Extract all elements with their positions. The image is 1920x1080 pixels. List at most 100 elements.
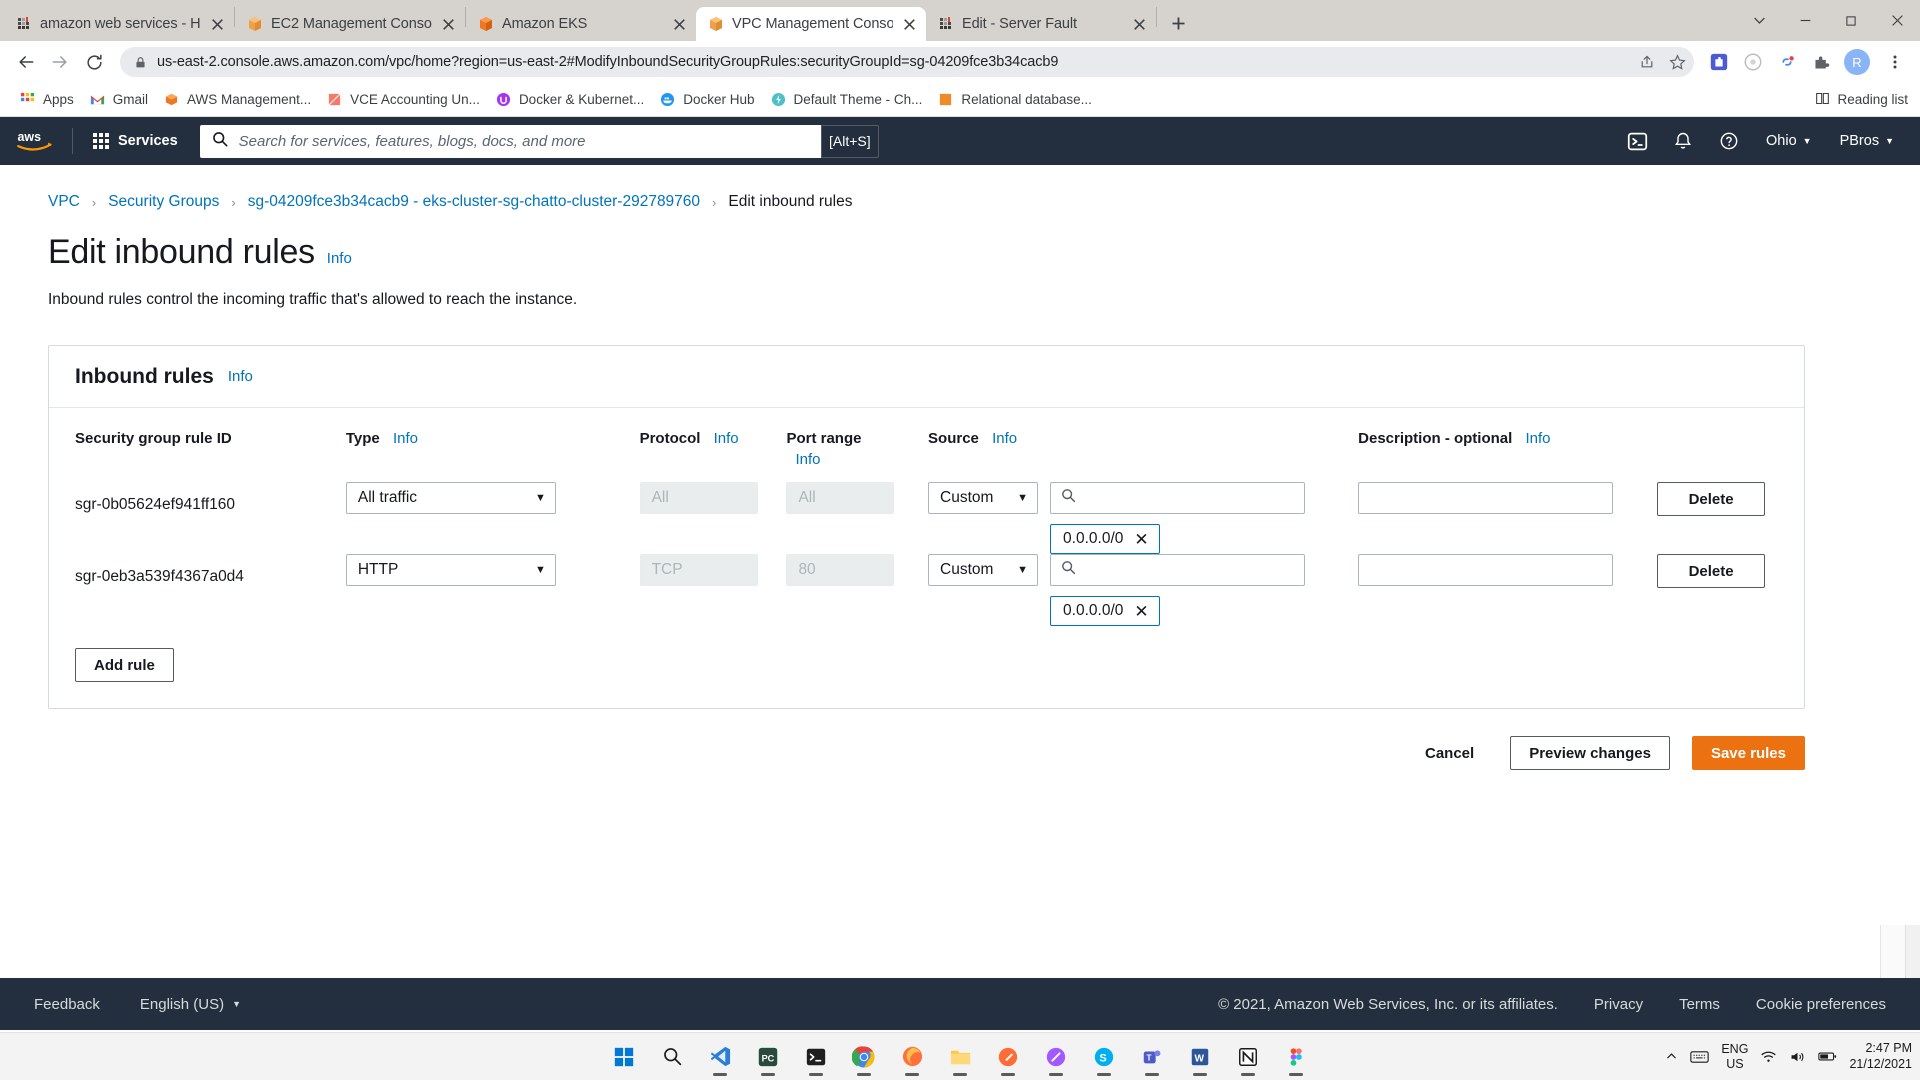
close-icon[interactable] [209, 16, 226, 33]
wifi-icon[interactable] [1760, 1050, 1777, 1064]
firefox-icon[interactable] [892, 1037, 932, 1077]
cloudshell-icon[interactable] [1616, 117, 1658, 165]
type-select[interactable]: HTTP ▼ [345, 554, 556, 586]
word-icon[interactable]: W [1180, 1037, 1220, 1077]
remove-token-icon[interactable]: ✕ [1134, 603, 1148, 620]
add-rule-button[interactable]: Add rule [75, 648, 174, 682]
close-window-icon[interactable] [1874, 0, 1920, 41]
bookmark-apps[interactable]: Apps [12, 88, 82, 112]
battery-icon[interactable] [1818, 1050, 1837, 1063]
privacy-link[interactable]: Privacy [1594, 996, 1643, 1013]
reload-icon[interactable] [78, 46, 110, 78]
remove-token-icon[interactable]: ✕ [1134, 531, 1148, 548]
share-icon[interactable] [1639, 54, 1655, 70]
clock[interactable]: 2:47 PM 21/12/2021 [1849, 1041, 1912, 1072]
close-icon[interactable] [440, 16, 457, 33]
browser-tab-3-active[interactable]: VPC Management Console [696, 7, 926, 41]
close-icon[interactable] [901, 16, 918, 33]
source-type-select[interactable]: Custom ▼ [928, 482, 1039, 514]
terminal-icon[interactable] [796, 1037, 836, 1077]
description-input[interactable] [1358, 554, 1614, 586]
language-indicator[interactable]: ENG US [1721, 1042, 1748, 1071]
extension-circle-icon[interactable] [1738, 47, 1768, 77]
source-search-input[interactable] [1050, 554, 1306, 586]
bookmark-gmail[interactable]: Gmail [82, 88, 156, 112]
file-explorer-icon[interactable] [940, 1037, 980, 1077]
bookmark-docker-kubernetes[interactable]: Docker & Kubernet... [488, 88, 652, 112]
terms-link[interactable]: Terms [1679, 996, 1720, 1013]
minimize-icon[interactable] [1782, 0, 1828, 41]
save-rules-button[interactable]: Save rules [1691, 736, 1805, 770]
browser-tab-1[interactable]: EC2 Management Console [235, 7, 465, 41]
reading-list-button[interactable]: Reading list [1815, 91, 1908, 109]
extensions-icon[interactable] [1806, 47, 1836, 77]
language-selector[interactable]: English (US) ▼ [140, 996, 241, 1013]
bookmark-docker-hub[interactable]: Docker Hub [652, 88, 762, 112]
swagger-icon[interactable] [1036, 1037, 1076, 1077]
type-info-link[interactable]: Info [393, 430, 418, 447]
pycharm-icon[interactable]: PC [748, 1037, 788, 1077]
services-menu-button[interactable]: Services [83, 127, 188, 155]
aws-logo[interactable]: aws [16, 127, 60, 155]
extension-link-icon[interactable] [1772, 47, 1802, 77]
description-info-link[interactable]: Info [1525, 430, 1550, 447]
teams-icon[interactable]: T [1132, 1037, 1172, 1077]
tab-search-icon[interactable] [1736, 0, 1782, 41]
close-icon[interactable] [1131, 16, 1148, 33]
close-icon[interactable] [671, 16, 688, 33]
extension-puzzle-blue-icon[interactable] [1704, 47, 1734, 77]
preview-changes-button[interactable]: Preview changes [1510, 736, 1670, 770]
cookie-preferences-link[interactable]: Cookie preferences [1756, 996, 1886, 1013]
source-info-link[interactable]: Info [992, 430, 1017, 447]
cancel-button[interactable]: Cancel [1411, 745, 1488, 762]
volume-icon[interactable] [1789, 1050, 1806, 1064]
start-windows-icon[interactable] [604, 1037, 644, 1077]
new-tab-button[interactable] [1163, 8, 1193, 38]
browser-tab-4[interactable]: Edit - Server Fault [926, 7, 1156, 41]
notion-icon[interactable] [1228, 1037, 1268, 1077]
page-info-link[interactable]: Info [327, 250, 352, 267]
aws-search-input[interactable]: Search for services, features, blogs, do… [199, 124, 879, 158]
browser-tab-title: EC2 Management Console [271, 16, 432, 32]
keyboard-icon[interactable] [1690, 1050, 1710, 1064]
port-info-link[interactable]: Info [795, 451, 820, 468]
breadcrumb-item-security-groups[interactable]: Security Groups [108, 193, 219, 211]
chrome-icon[interactable] [844, 1037, 884, 1077]
notifications-bell-icon[interactable] [1662, 117, 1704, 165]
region-selector[interactable]: Ohio ▼ [1754, 117, 1824, 165]
delete-rule-button[interactable]: Delete [1657, 554, 1766, 588]
forward-icon[interactable] [44, 46, 76, 78]
browser-tab-2[interactable]: Amazon EKS [466, 7, 696, 41]
browser-tab-0[interactable]: amazon web services - How to c [4, 7, 234, 41]
bookmark-aws-management[interactable]: AWS Management... [156, 88, 319, 112]
chevron-up-icon[interactable] [1665, 1050, 1678, 1063]
type-select[interactable]: All traffic ▼ [345, 482, 556, 514]
breadcrumb-item-vpc[interactable]: VPC [48, 193, 80, 211]
bookmark-vce-accounting[interactable]: VCE Accounting Un... [319, 88, 488, 112]
vscode-icon[interactable] [700, 1037, 740, 1077]
maximize-icon[interactable] [1828, 0, 1874, 41]
chrome-menu-icon[interactable] [1880, 47, 1910, 77]
delete-rule-button[interactable]: Delete [1657, 482, 1766, 516]
description-input[interactable] [1358, 482, 1614, 514]
address-bar[interactable]: us-east-2.console.aws.amazon.com/vpc/hom… [120, 47, 1694, 77]
profile-avatar[interactable]: R [1844, 49, 1870, 75]
protocol-info-link[interactable]: Info [714, 430, 739, 447]
back-icon[interactable] [10, 46, 42, 78]
feedback-link[interactable]: Feedback [34, 996, 100, 1013]
source-type-select[interactable]: Custom ▼ [928, 554, 1039, 586]
figma-icon[interactable] [1276, 1037, 1316, 1077]
source-cidr-token[interactable]: 0.0.0.0/0 ✕ [1050, 596, 1160, 626]
breadcrumb-item-security-group[interactable]: sg-04209fce3b34cacb9 - eks-cluster-sg-ch… [248, 193, 700, 211]
help-question-icon[interactable] [1708, 117, 1750, 165]
postman-icon[interactable] [988, 1037, 1028, 1077]
source-search-input[interactable] [1050, 482, 1306, 514]
search-icon[interactable] [652, 1037, 692, 1077]
bookmark-star-icon[interactable] [1669, 53, 1686, 71]
source-cidr-token[interactable]: 0.0.0.0/0 ✕ [1050, 524, 1160, 554]
skype-icon[interactable]: S [1084, 1037, 1124, 1077]
account-menu[interactable]: PBros ▼ [1828, 117, 1906, 165]
bookmark-relational-database[interactable]: Relational database... [930, 88, 1100, 112]
panel-info-link[interactable]: Info [228, 368, 253, 385]
bookmark-default-theme[interactable]: Default Theme - Ch... [763, 88, 931, 112]
